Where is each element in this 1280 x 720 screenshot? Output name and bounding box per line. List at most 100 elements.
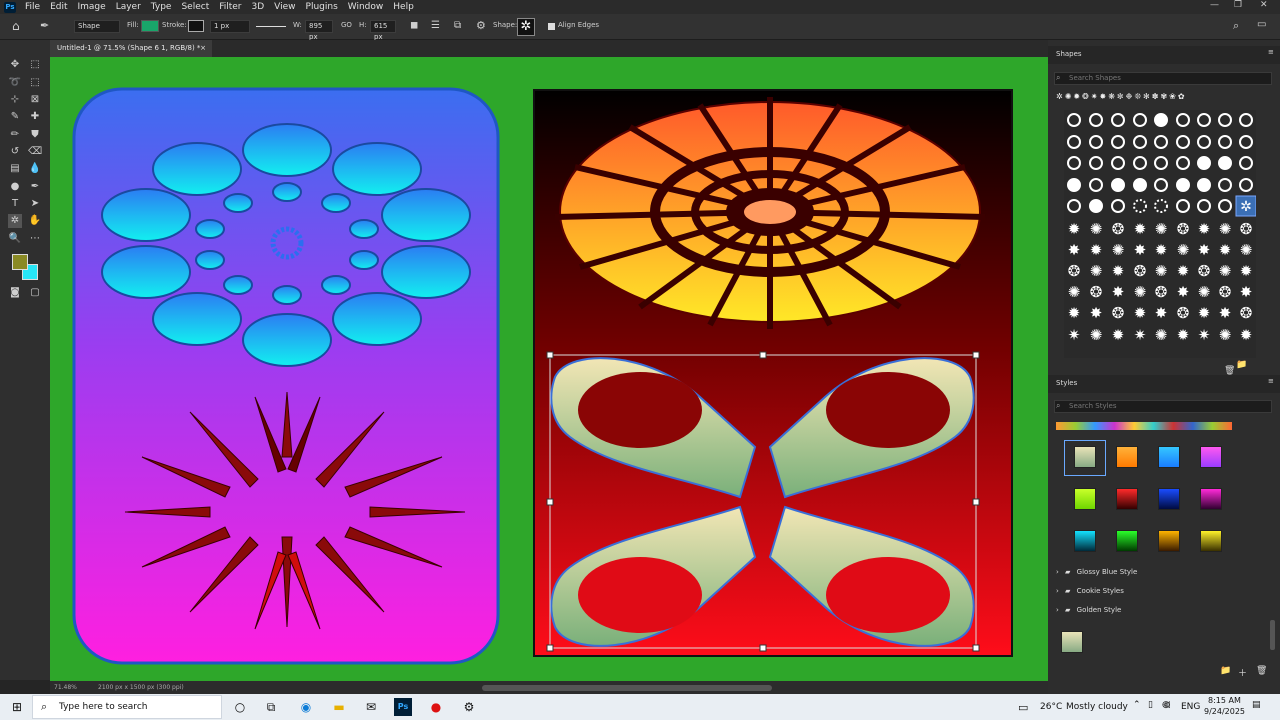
tool-mode-select[interactable]: Shape — [74, 20, 120, 33]
recorder-icon[interactable]: ● — [427, 698, 445, 716]
frame-tool-icon[interactable]: ⊠ — [28, 93, 42, 107]
style-swatch-cookie[interactable] — [1074, 446, 1096, 468]
path-operations-icon[interactable]: ◼ — [410, 20, 418, 31]
minimize-icon[interactable]: — — [1210, 0, 1219, 10]
windows-start-icon[interactable]: ⊞ — [8, 698, 26, 716]
home-icon[interactable]: ⌂ — [12, 19, 20, 33]
path-alignment-icon[interactable]: ☰ — [431, 20, 440, 31]
styles-search-input[interactable]: Search Styles — [1054, 400, 1272, 413]
chevron-right-icon[interactable]: › — [1056, 587, 1059, 595]
globe-icon[interactable]: ◍ — [1162, 700, 1170, 710]
menu-type[interactable]: Type — [146, 2, 177, 12]
shape-picker-button[interactable]: ✲ — [517, 18, 535, 36]
zoom-tool-icon[interactable]: 🔍 — [8, 232, 22, 246]
screen-mode-icon[interactable]: ▢ — [28, 286, 42, 300]
menu-filter[interactable]: Filter — [214, 2, 246, 12]
menu-select[interactable]: Select — [176, 2, 214, 12]
weather-icon[interactable]: ▭ — [1018, 701, 1028, 714]
input-language[interactable]: ENG — [1181, 702, 1200, 712]
eraser-tool-icon[interactable]: ⌫ — [28, 145, 42, 159]
pen-tool-icon[interactable]: ✒ — [28, 180, 42, 194]
chevron-up-icon[interactable]: ⌃ — [1133, 700, 1141, 710]
style-swatch-magenta[interactable] — [1200, 446, 1222, 468]
style-group-cookie[interactable]: › ▰ Cookie Styles — [1056, 583, 1266, 600]
artwork-canvas[interactable] — [50, 57, 1048, 681]
workspace-icon[interactable]: ▭ — [1257, 19, 1266, 30]
clock-date[interactable]: 9/24/2025 — [1204, 707, 1245, 716]
height-field[interactable]: 615 px — [370, 20, 396, 41]
custom-shape-tool-icon[interactable]: ✲ — [8, 214, 22, 228]
style-group-golden[interactable]: › ▰ Golden Style — [1056, 602, 1266, 619]
close-window-icon[interactable]: ✕ — [1260, 0, 1268, 10]
foreground-color-swatch[interactable] — [12, 254, 28, 270]
edge-browser-icon[interactable]: ◉ — [297, 698, 315, 716]
dodge-tool-icon[interactable]: ● — [8, 180, 22, 194]
style-group-glossy-blue[interactable]: › ▰ Glossy Blue Style — [1056, 564, 1266, 581]
shapes-search-input[interactable]: Search Shapes — [1054, 72, 1272, 85]
file-explorer-icon[interactable]: ▬ — [330, 698, 348, 716]
menu-view[interactable]: View — [269, 2, 300, 12]
brush-tool-icon[interactable]: ✏ — [8, 128, 22, 142]
canvas-area[interactable] — [50, 57, 1048, 681]
path-selection-tool-icon[interactable]: ➤ — [28, 197, 42, 211]
photoshop-taskbar-icon[interactable]: Ps — [394, 698, 412, 716]
style-swatch-loose[interactable] — [1061, 631, 1083, 653]
settings-gear-icon[interactable]: ⚙ — [460, 698, 478, 716]
new-style-icon[interactable]: ＋ — [1238, 666, 1247, 679]
style-swatch-navy[interactable] — [1158, 488, 1180, 510]
shapes-panel-title[interactable]: Shapes — [1056, 50, 1082, 58]
eyedropper-tool-icon[interactable]: ✎ — [8, 110, 22, 124]
stroke-type-select[interactable] — [256, 26, 286, 27]
menu-layer[interactable]: Layer — [111, 2, 146, 12]
style-swatch-gold[interactable] — [1200, 530, 1222, 552]
shape-groups-row[interactable]: ✲✺✹❂✷✸❋✼❉❊✻✽✾❀✿ — [1056, 92, 1228, 103]
style-swatch-cyan[interactable] — [1074, 530, 1096, 552]
task-view-icon[interactable]: ⧉ — [262, 698, 280, 716]
mail-icon[interactable]: ✉ — [362, 698, 380, 716]
style-swatch-purple[interactable] — [1200, 488, 1222, 510]
restore-icon[interactable]: ❐ — [1234, 0, 1242, 10]
type-tool-icon[interactable]: T — [8, 197, 22, 211]
style-swatch-orange[interactable] — [1116, 446, 1138, 468]
object-select-tool-icon[interactable]: ⬚ — [28, 76, 42, 90]
photoshop-app-icon[interactable]: Ps — [4, 1, 16, 13]
style-swatch-amber[interactable] — [1158, 530, 1180, 552]
healing-brush-tool-icon[interactable]: ✚ — [28, 110, 42, 124]
style-swatch-blue[interactable] — [1158, 446, 1180, 468]
hand-tool-icon[interactable]: ✋ — [28, 214, 42, 228]
history-brush-tool-icon[interactable]: ↺ — [8, 145, 22, 159]
taskbar-search-box[interactable]: ⌕ Type here to search — [32, 695, 222, 719]
width-field[interactable]: 895 px — [305, 20, 333, 41]
gradient-tool-icon[interactable]: ▤ — [8, 162, 22, 176]
quick-mask-icon[interactable]: ◙ — [8, 286, 22, 300]
panel-menu-icon[interactable]: ≡ — [1268, 377, 1274, 385]
menu-plugins[interactable]: Plugins — [301, 2, 343, 12]
menu-window[interactable]: Window — [343, 2, 389, 12]
align-edges-checkbox[interactable] — [548, 23, 555, 30]
lasso-tool-icon[interactable]: ➰ — [8, 76, 22, 90]
path-arrangement-icon[interactable]: ⧉ — [454, 20, 461, 31]
trash-icon[interactable]: 🗑 — [1224, 366, 1235, 376]
chevron-right-icon[interactable]: › — [1056, 568, 1059, 576]
horizontal-scrollbar[interactable] — [482, 685, 772, 691]
pen-tool-preset-icon[interactable]: ✒ — [40, 19, 49, 32]
style-swatch-lime[interactable] — [1074, 488, 1096, 510]
document-tab[interactable]: Untitled-1 @ 71.5% (Shape 6 1, RGB/8) * … — [50, 40, 212, 57]
menu-file[interactable]: File — [20, 2, 45, 12]
folder-icon[interactable]: 📁 — [1236, 360, 1247, 370]
blur-tool-icon[interactable]: 💧 — [28, 162, 42, 176]
menu-3d[interactable]: 3D — [247, 2, 270, 12]
network-icon[interactable]: ▯ — [1148, 700, 1153, 710]
styles-panel-title[interactable]: Styles — [1056, 379, 1077, 387]
panel-menu-icon[interactable]: ≡ — [1268, 48, 1274, 56]
stroke-swatch[interactable] — [188, 20, 204, 32]
fill-swatch[interactable] — [141, 20, 159, 32]
notification-icon[interactable]: ▤ — [1252, 700, 1261, 710]
style-swatch-green[interactable] — [1116, 530, 1138, 552]
close-tab-icon[interactable]: × — [200, 40, 206, 57]
cortana-icon[interactable]: ○ — [231, 698, 249, 716]
gear-icon[interactable]: ⚙ — [476, 19, 486, 32]
style-presets-row[interactable] — [1056, 422, 1232, 430]
search-icon[interactable]: ⌕ — [1233, 19, 1239, 33]
link-dimensions-icon[interactable]: GO — [341, 21, 352, 29]
